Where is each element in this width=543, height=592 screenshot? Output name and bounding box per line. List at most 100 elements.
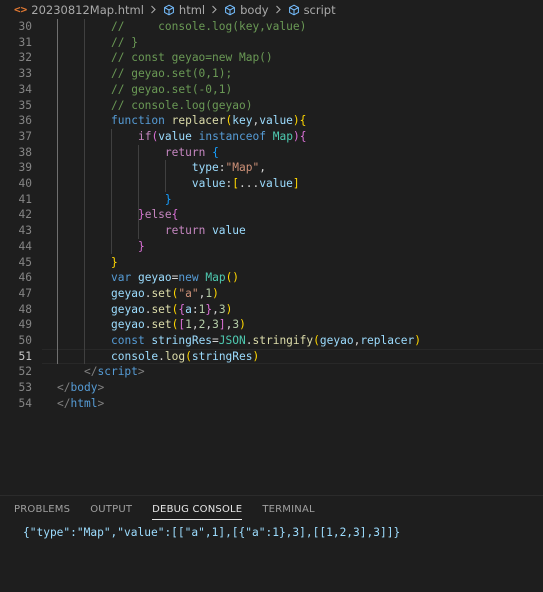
code-text: function replacer(key,value){ bbox=[111, 114, 307, 128]
breadcrumb-item-label: body bbox=[240, 2, 269, 17]
line-number: 52 bbox=[18, 365, 32, 379]
panel-tabs: PROBLEMS OUTPUT DEBUG CONSOLE TERMINAL bbox=[14, 504, 335, 520]
code-text: }else{ bbox=[137, 208, 179, 222]
code-text: } bbox=[111, 255, 118, 269]
chevron-right-icon bbox=[275, 5, 282, 14]
code-text: geyao.set({a:1},3) bbox=[111, 302, 233, 316]
code-line[interactable]: 33 // geyao.set(0,1); bbox=[0, 66, 543, 82]
code-line[interactable]: 42 }else{ bbox=[0, 207, 543, 223]
line-number: 49 bbox=[18, 318, 32, 332]
chevron-right-icon bbox=[211, 5, 218, 14]
code-line[interactable]: 47 geyao.set("a",1) bbox=[0, 286, 543, 302]
line-number: 38 bbox=[18, 145, 32, 159]
code-text: // geyao.set(0,1); bbox=[111, 67, 233, 81]
code-line[interactable]: 38 return { bbox=[0, 145, 543, 161]
line-number: 47 bbox=[18, 286, 32, 300]
code-line[interactable]: 34 // geyao.set(-0,1) bbox=[0, 82, 543, 98]
indent-guide bbox=[138, 144, 139, 239]
line-number: 42 bbox=[18, 208, 32, 222]
html-file-icon: <> bbox=[14, 3, 28, 16]
line-number: 32 bbox=[18, 51, 32, 65]
tab-problems[interactable]: PROBLEMS bbox=[14, 504, 70, 520]
code-text: </body> bbox=[57, 381, 105, 395]
code-line[interactable]: 37 if(value instanceof Map){ bbox=[0, 129, 543, 145]
code-text: type:"Map", bbox=[191, 161, 266, 175]
code-text: value:[...value] bbox=[191, 177, 300, 190]
code-text: const stringRes=JSON.stringify(geyao,rep… bbox=[111, 334, 421, 347]
code-line[interactable]: 50 const stringRes=JSON.stringify(geyao,r… bbox=[0, 333, 543, 349]
code-line[interactable]: 31 // } bbox=[0, 35, 543, 51]
code-line[interactable]: 44 } bbox=[0, 239, 543, 255]
breadcrumb-item-label: script bbox=[303, 2, 336, 17]
breadcrumb-item-script[interactable]: script bbox=[288, 3, 336, 17]
symbol-structure-icon bbox=[163, 4, 175, 16]
line-number: 39 bbox=[18, 161, 32, 175]
code-line[interactable]: 32 // const geyao=new Map() bbox=[0, 50, 543, 66]
indent-guide bbox=[57, 19, 58, 365]
line-number: 45 bbox=[18, 255, 32, 269]
code-line[interactable]: 41 } bbox=[0, 192, 543, 208]
code-text: return value bbox=[164, 224, 246, 238]
breadcrumb-item-body[interactable]: body bbox=[224, 2, 269, 17]
code-line[interactable]: 35 // console.log(geyao) bbox=[0, 98, 543, 114]
code-line[interactable]: 48 geyao.set({a:1},3) bbox=[0, 302, 543, 318]
code-text: console.log(stringRes) bbox=[111, 349, 260, 363]
line-number: 51 bbox=[18, 349, 32, 363]
code-line[interactable]: 45} bbox=[0, 255, 543, 271]
code-line[interactable]: 39 type:"Map", bbox=[0, 160, 543, 176]
indent-guide bbox=[165, 160, 166, 192]
indent-guide bbox=[111, 128, 112, 255]
indent-guide bbox=[84, 19, 85, 365]
tab-output[interactable]: OUTPUT bbox=[90, 504, 132, 520]
tab-debug-console[interactable]: DEBUG CONSOLE bbox=[152, 504, 243, 520]
code-line[interactable]: 54 </html> bbox=[0, 396, 543, 412]
code-text: } bbox=[164, 192, 172, 206]
code-line[interactable]: 36 function replacer(key,value){ bbox=[0, 113, 543, 129]
code-line[interactable]: 40 value:[...value] bbox=[0, 176, 543, 192]
code-line[interactable]: 30 // console.log(key,value) bbox=[0, 19, 543, 35]
code-line[interactable]: 49 geyao.set([1,2,3],3) bbox=[0, 317, 543, 333]
code-text: // const geyao=new Map() bbox=[111, 51, 273, 65]
line-number: 54 bbox=[18, 396, 32, 410]
breadcrumb-item-label: html bbox=[178, 2, 206, 17]
code-text: // geyao.set(-0,1) bbox=[111, 82, 233, 96]
line-number: 40 bbox=[18, 177, 32, 190]
line-number: 43 bbox=[18, 224, 32, 238]
line-number: 31 bbox=[18, 35, 32, 49]
code-text: return { bbox=[164, 145, 219, 159]
breadcrumb-file-label: 20230812Map.html bbox=[31, 2, 144, 17]
line-number: 35 bbox=[18, 98, 32, 112]
line-number: 36 bbox=[18, 114, 32, 128]
breadcrumb-file[interactable]: <> 20230812Map.html bbox=[14, 3, 144, 17]
code-text: // } bbox=[111, 35, 138, 49]
chevron-right-icon bbox=[150, 5, 157, 14]
line-number: 48 bbox=[18, 302, 32, 316]
line-number: 53 bbox=[18, 381, 32, 395]
code-text: // console.log(key,value) bbox=[111, 20, 307, 33]
code-text: } bbox=[137, 239, 145, 253]
line-number: 44 bbox=[18, 239, 32, 253]
code-line[interactable]: 53 </body> bbox=[0, 380, 543, 396]
symbol-structure-icon bbox=[288, 4, 300, 16]
code-text: geyao.set([1,2,3],3) bbox=[111, 318, 246, 332]
line-number: 41 bbox=[18, 192, 32, 206]
code-line[interactable]: 46 var geyao=new Map() bbox=[0, 270, 543, 286]
line-number: 30 bbox=[18, 20, 32, 33]
line-number: 37 bbox=[18, 129, 32, 143]
breadcrumb: <> 20230812Map.html html body script bbox=[0, 0, 543, 19]
code-line[interactable]: 43 return value bbox=[0, 223, 543, 239]
breadcrumb-item-html[interactable]: html bbox=[163, 3, 205, 17]
code-text: geyao.set("a",1) bbox=[111, 286, 219, 300]
code-text: </html> bbox=[57, 396, 105, 410]
line-number: 34 bbox=[18, 82, 32, 96]
line-number: 33 bbox=[18, 67, 32, 81]
code-editor[interactable]: 30 // console.log(key,value) 31 // } 32 // co… bbox=[0, 19, 543, 419]
code-line[interactable]: 52 </script> bbox=[0, 364, 543, 380]
tab-terminal[interactable]: TERMINAL bbox=[262, 504, 314, 520]
line-number: 46 bbox=[18, 271, 32, 285]
code-line[interactable]: 51 console.log(stringRes) bbox=[0, 349, 543, 365]
code-text: if(value instanceof Map){ bbox=[137, 129, 307, 143]
debug-console-output: {"type":"Map","value":[["a",1],[{"a":1},… bbox=[23, 526, 401, 539]
bottom-panel: PROBLEMS OUTPUT DEBUG CONSOLE TERMINAL {… bbox=[0, 495, 543, 592]
line-number: 50 bbox=[18, 334, 32, 347]
